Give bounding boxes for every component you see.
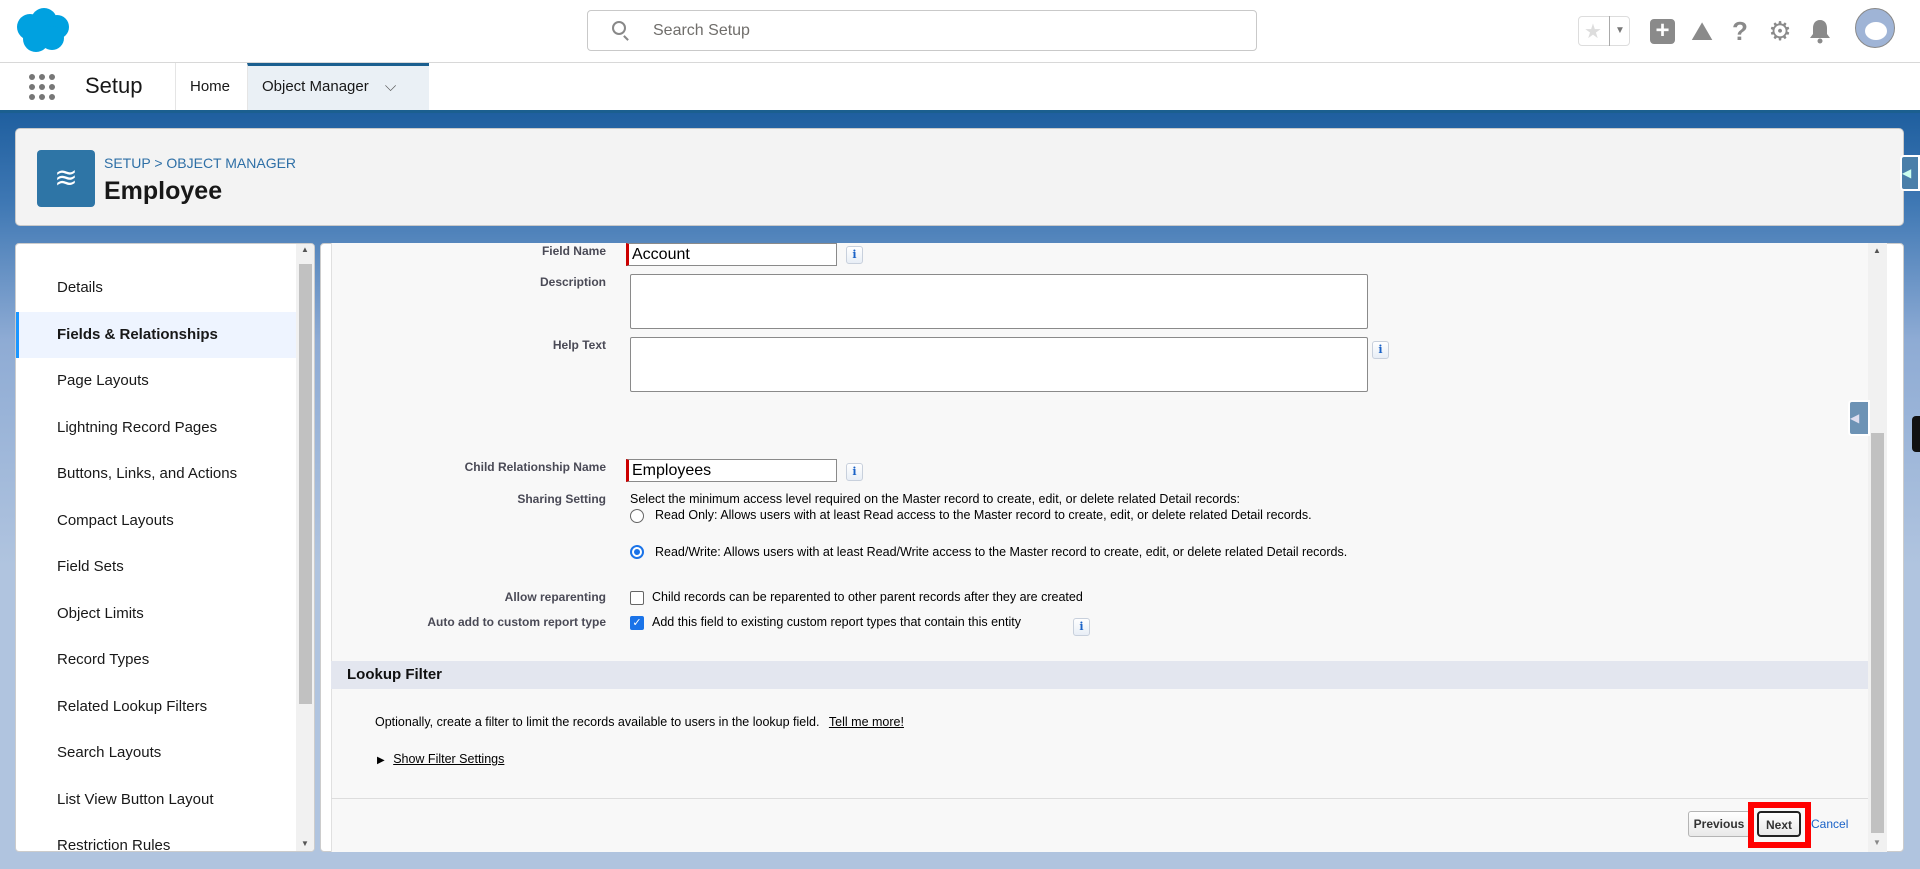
lookup-filter-text: Optionally, create a filter to limit the… (375, 715, 820, 729)
field-name-label: Field Name (541, 244, 606, 258)
sidebar: Details Fields & Relationships Page Layout… (15, 243, 315, 852)
collapse-panel-tab[interactable]: ◀ (1900, 155, 1920, 191)
sharing-read-only-radio[interactable] (630, 509, 644, 523)
search-input[interactable]: Search Setup (587, 10, 1257, 51)
info-icon[interactable]: i (1372, 341, 1389, 359)
description-textarea[interactable] (630, 274, 1368, 329)
tab-label: Object Manager (262, 78, 369, 95)
previous-button[interactable]: Previous (1688, 811, 1750, 837)
field-name-input[interactable]: Account (626, 243, 837, 266)
sidebar-item-field-sets[interactable]: Field Sets (16, 544, 296, 590)
scroll-down-icon[interactable]: ▼ (1873, 838, 1881, 847)
next-button[interactable]: Next (1757, 811, 1801, 837)
tab-object-manager[interactable]: Object Manager ⌵ (247, 63, 429, 110)
avatar[interactable] (1855, 8, 1895, 48)
sharing-read-write-text: Read/Write: Allows users with at least R… (655, 545, 1348, 559)
lookup-filter-description: Optionally, create a filter to limit the… (375, 715, 904, 729)
scrollbar-thumb[interactable] (1871, 433, 1884, 833)
favorites-dropdown-icon[interactable]: ▼ (1609, 16, 1630, 46)
cancel-link[interactable]: Cancel (1811, 817, 1848, 831)
expand-triangle-icon: ▶ (377, 755, 385, 766)
app-nav-bar: Setup Home Object Manager ⌵ (0, 63, 1920, 110)
salesforce-logo[interactable] (12, 5, 76, 57)
lookup-filter-header: Lookup Filter (331, 661, 1868, 689)
help-icon[interactable]: ? (1726, 16, 1754, 46)
allow-reparenting-checkbox[interactable] (630, 591, 644, 605)
search-placeholder: Search Setup (653, 22, 750, 39)
scroll-up-icon[interactable]: ▲ (1873, 246, 1881, 255)
description-label: Description (539, 275, 606, 289)
sidebar-item-buttons-links-and-actions[interactable]: Buttons, Links, and Actions (16, 451, 296, 497)
scrollbar-thumb[interactable] (299, 264, 312, 704)
trailhead-icon[interactable]: ⛰ (1688, 16, 1716, 46)
auto-add-text: Add this field to existing custom report… (652, 615, 1021, 629)
sharing-read-write-radio[interactable] (630, 545, 644, 559)
sidebar-item-object-limits[interactable]: Object Limits (16, 591, 296, 637)
scroll-up-icon[interactable]: ▲ (301, 245, 309, 254)
main-scrollbar[interactable]: ▲ ▼ (1868, 243, 1887, 852)
page-title: Employee (104, 177, 223, 205)
breadcrumb[interactable]: SETUP > OBJECT MANAGER (104, 155, 296, 171)
tell-me-more-link[interactable]: Tell me more! (829, 715, 904, 729)
sharing-read-only-text: Read Only: Allows users with at least Re… (655, 508, 1312, 522)
sidebar-item-related-lookup-filters[interactable]: Related Lookup Filters (16, 684, 296, 730)
sidebar-item-search-layouts[interactable]: Search Layouts (16, 730, 296, 776)
info-icon[interactable]: i (846, 463, 863, 481)
allow-reparenting-text: Child records can be reparented to other… (652, 590, 1083, 604)
info-icon[interactable]: i (846, 246, 863, 264)
sharing-intro: Select the minimum access level required… (630, 492, 1241, 506)
floating-handle[interactable] (1912, 416, 1920, 452)
sidebar-item-fields-relationships[interactable]: Fields & Relationships (16, 311, 296, 358)
chevron-down-icon[interactable]: ⌵ (385, 78, 396, 95)
app-launcher-icon[interactable] (28, 73, 56, 101)
show-filter-settings-link[interactable]: Show Filter Settings (393, 752, 504, 766)
child-relationship-input[interactable]: Employees (626, 459, 837, 482)
side-panel-toggle[interactable]: ◀ (1848, 400, 1870, 436)
page-header: ≋ SETUP > OBJECT MANAGER Employee (15, 128, 1904, 226)
search-icon (612, 21, 626, 35)
help-text-label: Help Text (552, 338, 606, 352)
info-icon[interactable]: i (1073, 618, 1090, 636)
favorite-star-icon[interactable]: ★ (1584, 19, 1602, 44)
show-filter-settings[interactable]: ▶ Show Filter Settings (377, 752, 504, 766)
sharing-setting-label: Sharing Setting (517, 492, 606, 506)
child-relationship-label: Child Relationship Name (464, 460, 606, 474)
help-text-textarea[interactable] (630, 337, 1368, 392)
scroll-down-icon[interactable]: ▼ (301, 839, 309, 848)
auto-add-checkbox[interactable]: ✓ (630, 616, 644, 630)
sidebar-item-details[interactable]: Details (16, 265, 296, 311)
sidebar-item-lightning-record-pages[interactable]: Lightning Record Pages (16, 405, 296, 451)
object-layers-icon: ≋ (37, 150, 95, 207)
tab-home[interactable]: Home (175, 63, 247, 110)
setup-gear-icon[interactable]: ⚙ (1766, 16, 1794, 46)
sidebar-item-list-view-button-layout[interactable]: List View Button Layout (16, 777, 296, 823)
favorites-group: ★ ▼ (1578, 16, 1630, 46)
app-name: Setup (85, 73, 143, 98)
sidebar-item-record-types[interactable]: Record Types (16, 637, 296, 683)
auto-add-label: Auto add to custom report type (427, 615, 606, 629)
global-add-icon[interactable]: + (1650, 19, 1675, 44)
allow-reparenting-label: Allow reparenting (504, 590, 606, 604)
notification-bell-icon[interactable] (1808, 18, 1832, 44)
sidebar-item-compact-layouts[interactable]: Compact Layouts (16, 498, 296, 544)
footer-divider (331, 798, 1868, 799)
sidebar-item-restriction-rules[interactable]: Restriction Rules (16, 823, 296, 851)
global-header: Search Setup ★ ▼ + ⛰ ? ⚙ (0, 0, 1920, 63)
sidebar-scrollbar[interactable]: ▲ ▼ (296, 244, 314, 851)
sidebar-item-page-layouts[interactable]: Page Layouts (16, 358, 296, 404)
